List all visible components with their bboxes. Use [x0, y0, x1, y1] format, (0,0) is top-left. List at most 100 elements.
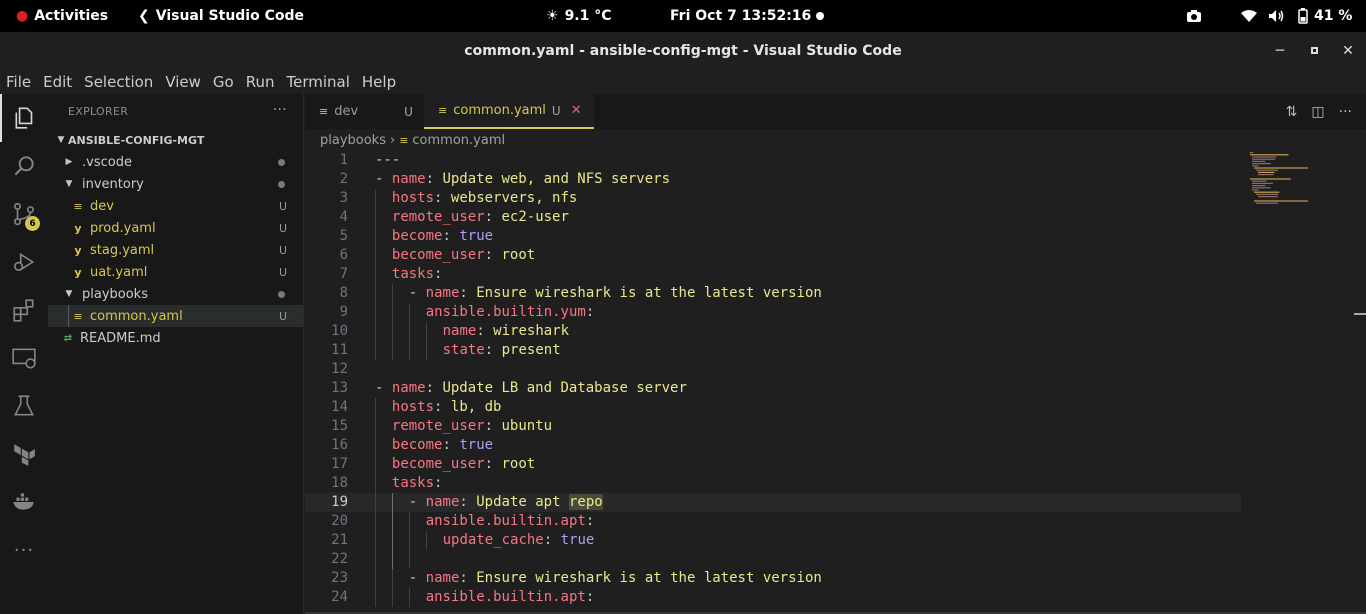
volume-icon[interactable] [1268, 0, 1286, 32]
maximize-icon [1310, 47, 1318, 54]
yaml-file-icon: y [74, 265, 82, 279]
maximize-button[interactable] [1297, 32, 1331, 69]
activities-button[interactable]: ● Activities [16, 0, 108, 32]
tree-folder-inventory[interactable]: ▼ inventory [48, 173, 303, 195]
code-line[interactable]: 19 - name: Update apt repo [305, 493, 1241, 512]
tab-dev[interactable]: ≡ dev U [319, 94, 425, 129]
close-window-button[interactable]: ✕ [1331, 32, 1365, 69]
explorer-activity[interactable] [0, 94, 48, 142]
explorer-root-folder[interactable]: ▼ ANSIBLE-CONFIG-MGT [48, 129, 303, 151]
minimap-line [1250, 154, 1289, 156]
tree-folder-vscode[interactable]: ▶ .vscode [48, 151, 303, 173]
docker-activity[interactable] [0, 478, 48, 526]
minimap-line [1250, 152, 1254, 154]
search-activity[interactable] [0, 142, 48, 190]
code-line[interactable]: 14 hosts: lb, db [305, 398, 1241, 417]
indent-guide [375, 189, 376, 208]
yaml-file-icon: y [74, 243, 82, 257]
minimap[interactable] [1241, 151, 1366, 614]
close-tab-icon[interactable]: ✕ [571, 103, 582, 118]
menu-help[interactable]: Help [356, 69, 402, 94]
wifi-icon[interactable] [1240, 0, 1258, 32]
line-number: 15 [331, 418, 348, 434]
terraform-activity[interactable] [0, 430, 48, 478]
menu-edit[interactable]: Edit [37, 69, 78, 94]
line-number: 2 [339, 171, 348, 187]
more-views-activity[interactable]: ··· [0, 526, 48, 574]
code-line[interactable]: 12 [305, 360, 1241, 379]
tree-file-common-yaml[interactable]: ≡ common.yaml U [48, 305, 303, 327]
open-changes-icon[interactable]: ⇅ [1286, 104, 1298, 120]
code-editor[interactable]: 1 --- 2 - name: Update web, and NFS servers… [305, 151, 1241, 614]
testing-activity[interactable] [0, 382, 48, 430]
line-number: 23 [331, 570, 348, 586]
file-lines-icon: ≡ [73, 309, 83, 323]
code-line[interactable]: 21 update_cache: true [305, 531, 1241, 550]
code-line[interactable]: 20 ansible.builtin.apt: [305, 512, 1241, 531]
code-line[interactable]: 17 become_user: root [305, 455, 1241, 474]
screenshot-icon[interactable] [1186, 0, 1202, 32]
indent-guide [375, 398, 376, 417]
explorer-more-actions-icon[interactable]: ··· [273, 102, 287, 118]
code-line[interactable]: 6 become_user: root [305, 246, 1241, 265]
code-line[interactable]: 24 ansible.builtin.apt: [305, 588, 1241, 607]
menu-terminal[interactable]: Terminal [281, 69, 356, 94]
minimap-line [1252, 165, 1259, 167]
source-control-activity[interactable]: 6 [0, 190, 48, 238]
minimap-line [1252, 158, 1276, 160]
minimap-line [1252, 163, 1271, 165]
code-line[interactable]: 11 state: present [305, 341, 1241, 360]
scrollbar-marker[interactable] [1354, 313, 1366, 315]
weather-indicator[interactable]: ☀ 9.1 °C [546, 0, 612, 32]
code-line[interactable]: 10 name: wireshark [305, 322, 1241, 341]
remote-explorer-activity[interactable] [0, 334, 48, 382]
indent-guide [391, 512, 393, 531]
tree-file-prod-yaml[interactable]: y prod.yaml U [48, 217, 303, 239]
code-line[interactable]: 16 become: true [305, 436, 1241, 455]
code-line[interactable]: 13 - name: Update LB and Database server [305, 379, 1241, 398]
more-actions-icon[interactable]: ··· [1339, 104, 1352, 120]
minimap-line [1252, 180, 1267, 182]
run-debug-activity[interactable] [0, 238, 48, 286]
menu-selection[interactable]: Selection [78, 69, 159, 94]
code-line[interactable]: 15 remote_user: ubuntu [305, 417, 1241, 436]
indent-guide [375, 417, 376, 436]
code-line[interactable]: 18 tasks: [305, 474, 1241, 493]
indent-guide [408, 322, 410, 341]
line-text: - name: Update web, and NFS servers [375, 171, 671, 187]
code-line[interactable]: 1 --- [305, 151, 1241, 170]
code-line[interactable]: 9 ansible.builtin.yum: [305, 303, 1241, 322]
menu-go[interactable]: Go [207, 69, 240, 94]
code-line[interactable]: 3 hosts: webservers, nfs [305, 189, 1241, 208]
untracked-badge: U [278, 243, 287, 257]
code-line[interactable]: 2 - name: Update web, and NFS servers [305, 170, 1241, 189]
tree-file-uat-yaml[interactable]: y uat.yaml U [48, 261, 303, 283]
battery-indicator[interactable]: 41 % [1298, 0, 1352, 32]
code-line[interactable]: 5 become: true [305, 227, 1241, 246]
menu-run[interactable]: Run [240, 69, 281, 94]
tree-file-stag-yaml[interactable]: y stag.yaml U [48, 239, 303, 261]
tab-common-yaml[interactable]: ≡ common.yaml U ✕ [424, 94, 594, 129]
code-line[interactable]: 4 remote_user: ec2-user [305, 208, 1241, 227]
clock[interactable]: Fri Oct 7 13:52:16 [670, 0, 811, 32]
extensions-activity[interactable] [0, 286, 48, 334]
app-menu[interactable]: ❮ Visual Studio Code [138, 0, 304, 32]
indent-guide [425, 531, 427, 550]
code-line[interactable]: 7 tasks: [305, 265, 1241, 284]
menu-file[interactable]: File [0, 69, 37, 94]
vscode-icon: ❮ [138, 8, 150, 24]
tree-folder-playbooks[interactable]: ▼ playbooks [48, 283, 303, 305]
line-number: 14 [331, 399, 348, 415]
code-line[interactable]: 22 [305, 550, 1241, 569]
split-editor-icon[interactable]: ◫ [1311, 104, 1324, 120]
breadcrumb-file[interactable]: common.yaml [412, 133, 505, 148]
breadcrumb-folder[interactable]: playbooks [320, 133, 386, 148]
code-line[interactable]: 23 - name: Ensure wireshark is at the lat… [305, 569, 1241, 588]
tree-file-readme[interactable]: ⇄ README.md [48, 327, 303, 349]
menu-view[interactable]: View [159, 69, 207, 94]
minimize-button[interactable]: ─ [1263, 32, 1297, 69]
untracked-badge: U [278, 199, 287, 213]
tree-file-dev[interactable]: ≡ dev U [48, 195, 303, 217]
code-line[interactable]: 8 - name: Ensure wireshark is at the late… [305, 284, 1241, 303]
minimap-line [1254, 167, 1308, 169]
